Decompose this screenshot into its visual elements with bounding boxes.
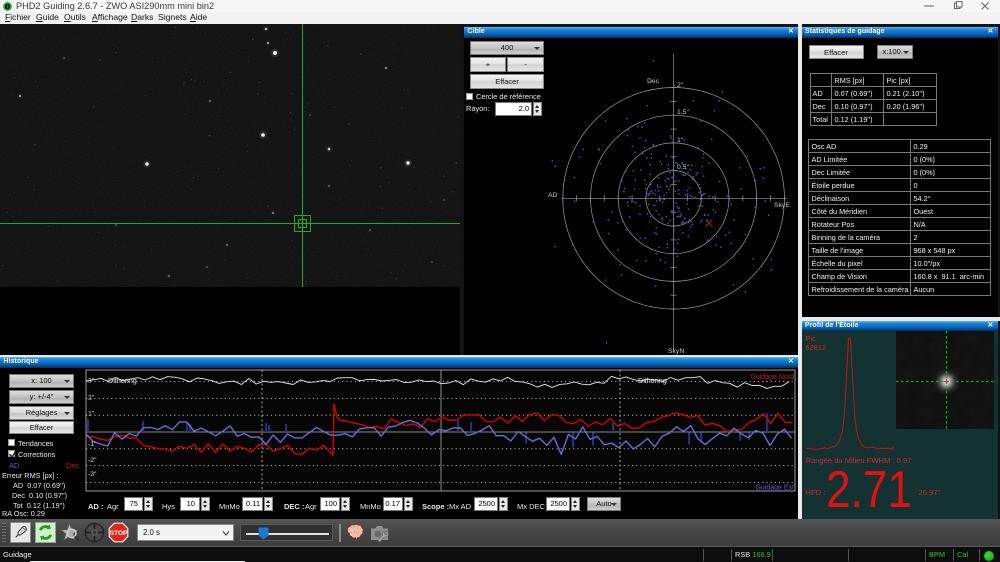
svg-text:-3": -3" (88, 471, 97, 478)
svg-text:2": 2" (677, 82, 684, 89)
svg-text:1.5": 1.5" (677, 109, 689, 116)
svg-text:Dec: Dec (647, 78, 660, 85)
svg-text:Guidage Est: Guidage Est (755, 485, 794, 492)
svg-text:STOP: STOP (110, 530, 128, 537)
svg-text:1": 1" (88, 411, 95, 418)
svg-text:Guidage Nord: Guidage Nord (750, 374, 794, 381)
svg-text:1": 1" (677, 137, 684, 144)
svg-text:SkyN: SkyN (668, 348, 684, 355)
svg-text:SkyE: SkyE (774, 202, 790, 209)
svg-text:Dithering: Dithering (108, 376, 137, 385)
svg-text:-2": -2" (88, 457, 97, 464)
svg-text:3": 3" (88, 378, 95, 385)
svg-text:-1": -1" (88, 441, 97, 448)
svg-text:Dithering: Dithering (638, 376, 667, 385)
svg-text:0.5": 0.5" (677, 164, 689, 171)
svg-text:AD: AD (548, 192, 558, 199)
svg-text:2": 2" (88, 395, 95, 402)
